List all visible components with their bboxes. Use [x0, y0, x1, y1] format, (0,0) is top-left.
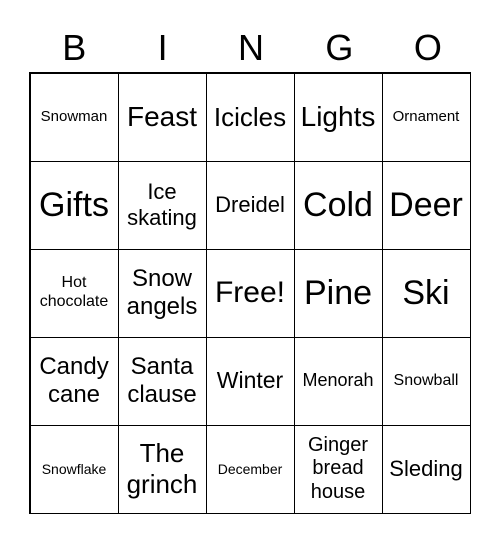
header-letter-o: O — [413, 27, 442, 68]
bingo-cell[interactable]: Menorah — [293, 336, 383, 426]
bingo-cell[interactable]: Santa clause — [117, 336, 207, 426]
bingo-cell[interactable]: Snowflake — [29, 424, 119, 514]
bingo-cell[interactable]: Cold — [293, 160, 383, 250]
bingo-cell[interactable]: Sleding — [381, 424, 471, 514]
bingo-cell[interactable]: The grinch — [117, 424, 207, 514]
bingo-cell[interactable]: Ornament — [381, 72, 471, 162]
header-letter-b: B — [62, 27, 87, 68]
bingo-cell[interactable]: Ice skating — [117, 160, 207, 250]
bingo-cell[interactable]: Snowman — [29, 72, 119, 162]
bingo-cell[interactable]: Ginger bread house — [293, 424, 383, 514]
free-space-cell[interactable]: Free! — [205, 248, 295, 338]
bingo-cell[interactable]: Winter — [205, 336, 295, 426]
bingo-cell[interactable]: Hot chocolate — [29, 248, 119, 338]
bingo-header: B I N G O — [30, 22, 472, 74]
bingo-cell[interactable]: Snow angels — [117, 248, 207, 338]
bingo-cell[interactable]: Ski — [381, 248, 471, 338]
bingo-cell[interactable]: Gifts — [29, 160, 119, 250]
bingo-cell[interactable]: Candy cane — [29, 336, 119, 426]
bingo-cell[interactable]: Icicles — [205, 72, 295, 162]
header-letter-n: N — [238, 27, 265, 68]
header-letter-g: G — [325, 27, 354, 68]
bingo-cell[interactable]: Deer — [381, 160, 471, 250]
bingo-grid: Snowman Feast Icicles Lights Ornament Gi… — [29, 72, 471, 514]
bingo-cell[interactable]: Lights — [293, 72, 383, 162]
bingo-cell[interactable]: December — [205, 424, 295, 514]
bingo-cell[interactable]: Snowball — [381, 336, 471, 426]
bingo-cell[interactable]: Dreidel — [205, 160, 295, 250]
header-letter-i: I — [157, 27, 168, 68]
bingo-cell[interactable]: Feast — [117, 72, 207, 162]
bingo-cell[interactable]: Pine — [293, 248, 383, 338]
